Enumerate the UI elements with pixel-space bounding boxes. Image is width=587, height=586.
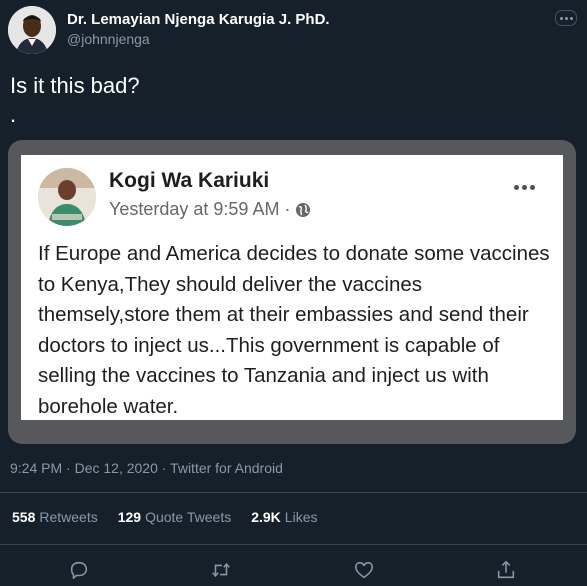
tweet-text-dot: . bbox=[10, 102, 17, 127]
retweets-stat[interactable]: 558 Retweets bbox=[12, 509, 98, 525]
retweet-icon[interactable] bbox=[209, 558, 233, 582]
embedded-post-time: Yesterday at 9:59 AM · bbox=[109, 199, 291, 219]
like-icon[interactable] bbox=[352, 558, 376, 582]
embedded-post-avatar bbox=[38, 168, 96, 226]
tweet-text: Is it this bad? bbox=[10, 73, 140, 98]
reply-icon[interactable] bbox=[67, 558, 91, 582]
embedded-post-author: Kogi Wa Kariuki bbox=[109, 169, 270, 192]
tweet-timestamp[interactable]: 9:24 PM · Dec 12, 2020 · Twitter for And… bbox=[10, 460, 283, 476]
embedded-post-card: Kogi Wa Kariuki Yesterday at 9:59 AM · I… bbox=[21, 155, 563, 420]
likes-stat[interactable]: 2.9K Likes bbox=[251, 509, 317, 525]
tweet-header: Dr. Lemayian Njenga Karugia J. PhD. @joh… bbox=[0, 0, 587, 60]
quote-tweets-stat[interactable]: 129 Quote Tweets bbox=[118, 509, 232, 525]
share-icon[interactable] bbox=[494, 558, 518, 582]
divider bbox=[0, 492, 587, 493]
avatar[interactable] bbox=[8, 6, 56, 54]
divider bbox=[0, 544, 587, 545]
tweet-media[interactable]: Kogi Wa Kariuki Yesterday at 9:59 AM · I… bbox=[8, 140, 576, 444]
more-options-icon[interactable] bbox=[555, 10, 577, 26]
embedded-post-body: If Europe and America decides to donate … bbox=[38, 242, 550, 418]
author-handle[interactable]: @johnnjenga bbox=[67, 31, 150, 47]
author-name[interactable]: Dr. Lemayian Njenga Karugia J. PhD. bbox=[67, 11, 330, 28]
tweet-actions bbox=[0, 556, 587, 584]
embedded-post-time-row: Yesterday at 9:59 AM · bbox=[109, 199, 311, 220]
globe-icon bbox=[295, 202, 311, 218]
embedded-post-more-icon bbox=[514, 185, 535, 190]
engagement-stats: 558 Retweets 129 Quote Tweets 2.9K Likes bbox=[12, 509, 317, 525]
